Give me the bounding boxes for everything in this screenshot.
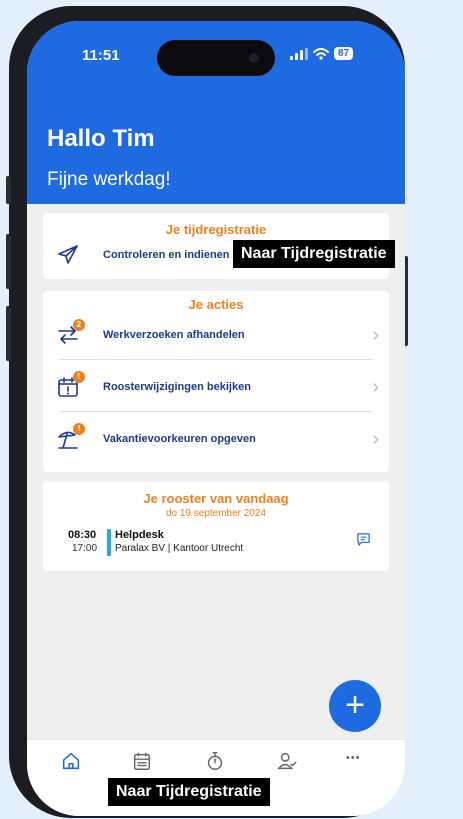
greeting-subtitle: Fijne werkdag! [47, 169, 171, 190]
notification-badge: ! [73, 423, 85, 435]
signal-icon [290, 47, 308, 60]
action-item-label: Werkverzoeken afhandelen [103, 329, 245, 341]
mute-switch [6, 176, 11, 204]
rooster-title: Je rooster van vandaag [143, 491, 289, 506]
dynamic-island [157, 40, 275, 76]
status-time: 11:51 [82, 47, 120, 64]
phone-frame: 11:51 87 Hallo Tim Fijne werkdag! Je tij… [6, 6, 408, 818]
stopwatch-icon[interactable] [204, 750, 226, 772]
tooltip-naar-tijdregistratie-bottom: Naar Tijdregistratie [108, 778, 270, 806]
divider [59, 359, 373, 360]
chevron-right-icon: › [372, 323, 379, 346]
add-button[interactable]: + [329, 680, 381, 732]
volume-down-button [6, 306, 11, 361]
battery-indicator: 87 [334, 47, 354, 60]
divider [59, 411, 373, 412]
action-item-label: Roosterwijzigingen bekijken [103, 381, 251, 393]
send-icon [58, 245, 78, 264]
action-item-label: Vakantievoorkeuren opgeven [103, 433, 256, 445]
greeting-title: Hallo Tim [47, 125, 155, 152]
schedule-icon[interactable] [131, 750, 153, 772]
user-check-icon[interactable] [276, 750, 298, 772]
rooster-card: Je rooster van vandaag do 19 september 2… [43, 482, 389, 571]
volume-up-button [6, 234, 11, 289]
comment-icon[interactable] [356, 532, 371, 547]
shift-name: Helpdesk [115, 529, 164, 541]
home-icon[interactable] [60, 750, 82, 772]
shift-color-bar [107, 529, 111, 556]
acties-title: Je acties [188, 297, 244, 312]
tooltip-naar-tijdregistratie: Naar Tijdregistratie [233, 240, 395, 268]
notification-badge: 2 [73, 319, 85, 331]
shift-location: Paralax BV | Kantoor Utrecht [115, 543, 244, 554]
action-item-roosterwijzigingen[interactable]: ! Roosterwijzigingen bekijken › [43, 363, 389, 411]
camera-icon [249, 53, 259, 63]
controleren-indienen-label: Controleren en indienen [103, 249, 230, 261]
app-header: 11:51 87 Hallo Tim Fijne werkdag! [27, 21, 405, 204]
acties-card: Je acties 2 Werkverzoeken afhandelen › !… [43, 291, 389, 472]
more-icon[interactable]: ••• [346, 752, 361, 764]
wifi-icon [313, 47, 329, 60]
app-screen: 11:51 87 Hallo Tim Fijne werkdag! Je tij… [27, 21, 405, 816]
action-item-werkverzoeken[interactable]: 2 Werkverzoeken afhandelen › [43, 311, 389, 359]
chevron-right-icon: › [372, 375, 379, 398]
action-item-vakantievoorkeuren[interactable]: ! Vakantievoorkeuren opgeven › [43, 415, 389, 463]
notification-badge: ! [73, 371, 85, 383]
rooster-date: do 19 september 2024 [165, 508, 267, 519]
chevron-right-icon: › [372, 427, 379, 450]
shift-end: 17:00 [72, 543, 98, 554]
status-icons: 87 [290, 47, 354, 60]
shift-start: 08:30 [68, 529, 97, 541]
